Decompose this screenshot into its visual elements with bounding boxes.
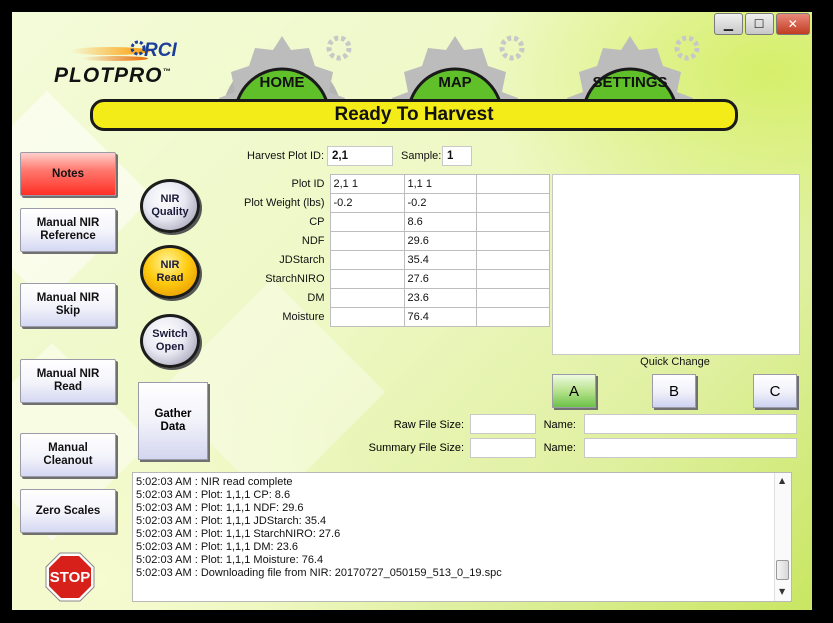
quick-change-a-button[interactable]: A	[552, 374, 596, 408]
grid-row: DM 23.6	[237, 288, 550, 308]
grid-cell-current[interactable]	[329, 269, 405, 289]
log-line: 5:02:03 AM : Plot: 1,1,1 CP: 8.6	[136, 489, 291, 501]
grid-cell-previous[interactable]: 27.6	[403, 269, 477, 289]
grid-row: Plot Weight (lbs) -0.2 -0.2	[237, 193, 550, 213]
nir-read-button[interactable]: NIR Read	[140, 245, 200, 299]
grid-row: JDStarch 35.4	[237, 250, 550, 270]
summary-file-name-field[interactable]	[584, 438, 797, 458]
grid-row-label: Plot ID	[291, 178, 325, 190]
manual-nir-skip-button[interactable]: Manual NIR Skip	[20, 283, 116, 327]
grid-cell-extra[interactable]	[475, 269, 550, 289]
manual-nir-reference-button[interactable]: Manual NIR Reference	[20, 208, 116, 252]
logo-product-name: PLOTPRO™	[54, 64, 172, 87]
harvest-plot-id-field[interactable]: 2,1	[327, 146, 393, 166]
harvest-plot-id-label: Harvest Plot ID:	[247, 150, 325, 162]
grid-row-label: CP	[309, 216, 325, 228]
manual-cleanout-button[interactable]: Manual Cleanout	[20, 433, 116, 477]
grid-row: Plot ID 2,1 1 1,1 1	[237, 174, 550, 194]
nav-home-label: HOME	[259, 74, 305, 91]
nir-quality-button[interactable]: NIR Quality	[140, 179, 200, 233]
grid-row-label: DM	[307, 292, 325, 304]
nav-settings-label: SETTINGS	[592, 74, 668, 91]
quick-change-c-button[interactable]: C	[753, 374, 797, 408]
summary-file-size-label: Summary File Size:	[368, 442, 464, 454]
log-line: 5:02:03 AM : Downloading file from NIR: …	[136, 567, 502, 579]
notes-button[interactable]: Notes	[20, 152, 116, 196]
switch-open-button[interactable]: Switch Open	[140, 314, 200, 368]
summary-file-name-label: Name:	[543, 442, 576, 454]
grid-cell-extra[interactable]	[475, 174, 550, 194]
grid-cell-extra[interactable]	[475, 231, 550, 251]
grid-row: NDF 29.6	[237, 231, 550, 251]
raw-file-name-field[interactable]	[584, 414, 797, 434]
log-lines: 5:02:03 AM : NIR read complete 5:02:03 AM…	[136, 476, 502, 580]
grid-row-label: JDStarch	[279, 254, 325, 266]
gather-data-button[interactable]: Gather Data	[138, 382, 208, 460]
quick-change-label: Quick Change	[640, 356, 710, 368]
status-banner: Ready To Harvest	[90, 99, 738, 131]
summary-file-size-field[interactable]	[470, 438, 536, 458]
log-line: 5:02:03 AM : Plot: 1,1,1 JDStarch: 35.4	[136, 515, 327, 527]
grid-row: StarchNIRO 27.6	[237, 269, 550, 289]
sample-label: Sample:	[401, 150, 442, 162]
raw-file-size-label: Raw File Size:	[393, 419, 464, 431]
grid-row-label: Plot Weight (lbs)	[244, 197, 325, 209]
grid-cell-extra[interactable]	[475, 193, 550, 213]
grid-cell-extra[interactable]	[475, 212, 550, 232]
log-line: 5:02:03 AM : NIR read complete	[136, 476, 293, 488]
grid-row: Moisture 76.4	[237, 307, 550, 327]
minimize-button[interactable]: ▁	[714, 13, 743, 35]
scroll-up-icon[interactable]: ▲	[779, 476, 785, 485]
grid-cell-previous[interactable]: 29.6	[403, 231, 477, 251]
grid-cell-extra[interactable]	[475, 307, 550, 327]
grid-cell-current[interactable]: -0.2	[329, 193, 405, 213]
grid-row: CP 8.6	[237, 212, 550, 232]
grid-cell-current[interactable]	[329, 231, 405, 251]
log-line: 5:02:03 AM : Plot: 1,1,1 DM: 23.6	[136, 541, 299, 553]
log-line: 5:02:03 AM : Plot: 1,1,1 Moisture: 76.4	[136, 554, 324, 566]
plot-data-grid: Plot ID 2,1 1 1,1 1 Plot Weight (lbs) -0.2 -0…	[237, 174, 550, 327]
grid-row-label: Moisture	[282, 311, 325, 323]
window-controls: ▁ ☐ ✕	[714, 13, 810, 35]
plot-preview-panel	[552, 174, 800, 355]
grid-row-label: StarchNIRO	[265, 273, 325, 285]
grid-cell-current[interactable]	[329, 250, 405, 270]
grid-cell-current[interactable]: 2,1 1	[329, 174, 405, 194]
raw-file-name-label: Name:	[543, 419, 576, 431]
maximize-button[interactable]: ☐	[744, 13, 774, 35]
log-line: 5:02:03 AM : Plot: 1,1,1 StarchNIRO: 27.…	[136, 528, 341, 540]
grid-cell-previous[interactable]: 35.4	[403, 250, 477, 270]
manual-nir-read-button[interactable]: Manual NIR Read	[20, 359, 116, 403]
scroll-thumb[interactable]	[776, 560, 789, 580]
stop-button[interactable]: STOP	[44, 551, 96, 603]
rci-plotpro-logo: RCI PLOTPRO™	[52, 34, 212, 94]
plotpro-window: ▁ ☐ ✕ RCI PLOTPRO™ HOME MAP SETTINGS Rea…	[12, 12, 812, 610]
raw-file-size-field[interactable]	[470, 414, 536, 434]
grid-row-label: NDF	[301, 235, 325, 247]
zero-scales-button[interactable]: Zero Scales	[20, 489, 116, 533]
sample-field[interactable]: 1	[442, 146, 472, 166]
log-scrollbar[interactable]: ▲ ▼	[774, 473, 791, 601]
nav-map-label: MAP	[438, 74, 472, 91]
close-button[interactable]: ✕	[775, 13, 810, 35]
event-log[interactable]: 5:02:03 AM : NIR read complete 5:02:03 AM…	[132, 472, 792, 602]
grid-cell-previous[interactable]: 1,1 1	[403, 174, 477, 194]
stop-label: STOP	[49, 568, 91, 586]
grid-cell-previous[interactable]: 23.6	[403, 288, 477, 308]
grid-cell-previous[interactable]: 76.4	[403, 307, 477, 327]
grid-cell-current[interactable]	[329, 212, 405, 232]
grid-cell-current[interactable]	[329, 307, 405, 327]
grid-cell-previous[interactable]: -0.2	[403, 193, 477, 213]
quick-change-b-button[interactable]: B	[652, 374, 696, 408]
log-line: 5:02:03 AM : Plot: 1,1,1 NDF: 29.6	[136, 502, 304, 514]
grid-cell-extra[interactable]	[475, 250, 550, 270]
logo-brand: RCI	[144, 40, 177, 61]
grid-cell-previous[interactable]: 8.6	[403, 212, 477, 232]
grid-cell-current[interactable]	[329, 288, 405, 308]
grid-cell-extra[interactable]	[475, 288, 550, 308]
scroll-down-icon[interactable]: ▼	[779, 587, 785, 596]
